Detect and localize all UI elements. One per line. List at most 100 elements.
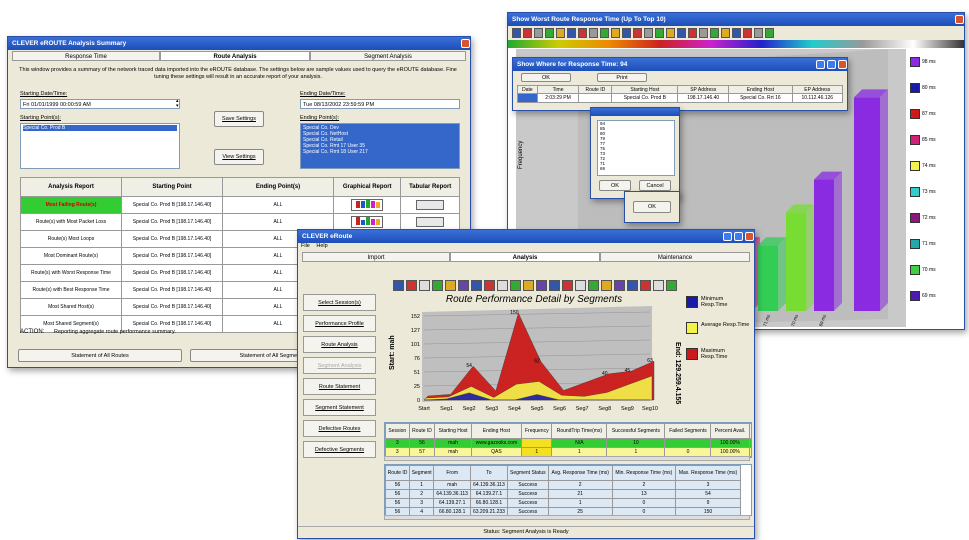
routes-column-header[interactable]: Route ID [409, 424, 435, 439]
popup-print-button[interactable]: Print [597, 73, 647, 82]
segments-cell[interactable]: Success [507, 490, 548, 499]
toolbar-icon[interactable] [721, 28, 730, 38]
minimize-icon[interactable] [816, 60, 825, 69]
toolbar-icon[interactable] [471, 280, 482, 291]
popup-cell[interactable]: 198.17.146.40 [678, 94, 729, 103]
toolbar-icon[interactable] [677, 28, 686, 38]
tabular-report-cell[interactable] [401, 197, 460, 214]
toolbar-icon[interactable] [575, 280, 586, 291]
toolbar-icon[interactable] [545, 28, 554, 38]
start-point-selected[interactable]: Special Co. Prod B [23, 125, 177, 131]
toolbar-icon[interactable] [484, 280, 495, 291]
close-icon[interactable] [955, 15, 964, 24]
bar[interactable] [758, 245, 778, 311]
segments-cell[interactable]: 64.139.27.1 [434, 499, 471, 508]
segments-cell[interactable]: 56 [386, 499, 410, 508]
routes-column-header[interactable]: RoundTrip Time(ms) [552, 424, 607, 439]
start-date-spinner[interactable]: ▴ ▾ [176, 99, 182, 109]
toolbar-icon[interactable] [432, 280, 443, 291]
toolbar-icon[interactable] [556, 28, 565, 38]
toolbar-icon[interactable] [523, 280, 534, 291]
save-settings-button[interactable]: Save Settings [214, 111, 264, 127]
routes-column-header[interactable]: Successful Segments [607, 424, 665, 439]
toolbar-icon[interactable] [622, 28, 631, 38]
popup-cell[interactable] [579, 94, 612, 103]
bar-chart-icon[interactable] [351, 216, 383, 228]
routes-column-header[interactable]: Frequency [522, 424, 552, 439]
filter-list[interactable]: 94 85 80 79 77 75 73 72 71 69 [597, 120, 675, 176]
toolbar-icon[interactable] [640, 280, 651, 291]
toolbar-icon[interactable] [710, 28, 719, 38]
toolbar-icon[interactable] [393, 280, 404, 291]
segments-column-header[interactable]: Max. Response Time (ms) [676, 466, 741, 481]
maximize-icon[interactable] [827, 60, 836, 69]
toolbar-icon[interactable] [601, 280, 612, 291]
toolbar-icon[interactable] [732, 28, 741, 38]
segments-grid-container[interactable]: Route ID Segment From To Segment Status Avg. … [384, 464, 752, 516]
routes-cell[interactable]: 56 [409, 439, 435, 448]
toolbar-icon[interactable] [534, 28, 543, 38]
segments-column-header[interactable]: Segment Status [507, 466, 548, 481]
routes-column-header[interactable]: Starting Host [435, 424, 471, 439]
routes-column-header[interactable]: St [749, 424, 752, 439]
popup-cell[interactable]: 2:03:29 PM [537, 94, 579, 103]
routes-column-header[interactable]: Session [386, 424, 410, 439]
toolbar-icon[interactable] [614, 280, 625, 291]
segments-cell[interactable]: 9 [676, 499, 741, 508]
toolbar-icon[interactable] [666, 28, 675, 38]
segments-cell[interactable]: 3 [676, 481, 741, 490]
popup-cell[interactable] [518, 94, 538, 103]
toolbar-icon[interactable] [588, 280, 599, 291]
toolbar-icon[interactable] [743, 28, 752, 38]
segments-cell[interactable]: 64.139.36.113 [470, 481, 507, 490]
toolbar-icon[interactable] [666, 280, 677, 291]
toolbar-icon[interactable] [611, 28, 620, 38]
segments-cell[interactable]: 56 [386, 481, 410, 490]
routes-column-header[interactable]: Percent Avail. [711, 424, 749, 439]
end-point-list[interactable]: Special Co. Dev Special Co. NetHost Specia… [300, 123, 460, 169]
toolbar-icon[interactable] [458, 280, 469, 291]
routes-cell[interactable]: Fail [749, 439, 752, 448]
routes-cell[interactable]: N/A [552, 439, 607, 448]
report-name[interactable]: Route(s) with Best Response Time [21, 282, 122, 299]
toolbar-icon[interactable] [406, 280, 417, 291]
table-row[interactable]: Route(s) with Most Packet Loss Special Co… [21, 214, 460, 231]
routes-cell[interactable]: 100.00% [711, 439, 749, 448]
routes-grid-container[interactable]: Session Route ID Starting Host Ending Host F… [384, 422, 752, 458]
bar[interactable] [814, 180, 834, 311]
popup-cell[interactable]: Special Co. Prod B [612, 94, 678, 103]
report-name[interactable]: Route(s) Most Loops [21, 231, 122, 248]
segments-grid-scrollbar[interactable] [384, 515, 750, 520]
filter-cancel-button[interactable]: Cancel [639, 180, 671, 191]
toolbar-icon[interactable] [562, 280, 573, 291]
routes-column-header[interactable]: Failed Segments [665, 424, 711, 439]
table-row[interactable]: Most Failing Route(s) Special Co. Prod B … [21, 197, 460, 214]
routes-cell[interactable]: mah [435, 439, 471, 448]
toolbar-icon[interactable] [633, 28, 642, 38]
table-icon[interactable] [416, 200, 444, 210]
menu-help[interactable]: Help [316, 243, 327, 249]
popup-cell[interactable]: 10.112.46.126 [792, 94, 842, 103]
toolbar-icon[interactable] [567, 28, 576, 38]
toolbar-icon[interactable] [644, 28, 653, 38]
popup-ok-button[interactable]: OK [521, 73, 571, 82]
toolbar-icon[interactable] [578, 28, 587, 38]
bar[interactable] [786, 212, 806, 311]
table-row[interactable]: 56 3 64.139.27.1 66.80.128.1 Success 1 0 9 [386, 499, 741, 508]
toolbar-icon[interactable] [589, 28, 598, 38]
toolbar-icon[interactable] [600, 28, 609, 38]
toolbar-icon[interactable] [445, 280, 456, 291]
toolbar-icon[interactable] [512, 28, 521, 38]
end-point-item[interactable]: Special Co. Rmt 18 User 217 [303, 149, 457, 155]
segments-column-header[interactable]: To [470, 466, 507, 481]
nav-route-statement[interactable]: Route Statement [303, 378, 376, 395]
nav-segment-statement[interactable]: Segment Statement [303, 399, 376, 416]
table-row[interactable]: 56 2 64.139.36.113 64.139.27.1 Success 21 13 54 [386, 490, 741, 499]
statement-all-routes-button[interactable]: Statement of All Routes [18, 349, 182, 362]
segments-cell[interactable]: 21 [548, 490, 612, 499]
toolbar-icon[interactable] [536, 280, 547, 291]
segments-cell[interactable]: 3 [410, 499, 434, 508]
nav-defective-segments[interactable]: Defective Segments [303, 441, 376, 458]
toolbar-icon[interactable] [419, 280, 430, 291]
tab-maintenance[interactable]: Maintenance [600, 252, 750, 262]
